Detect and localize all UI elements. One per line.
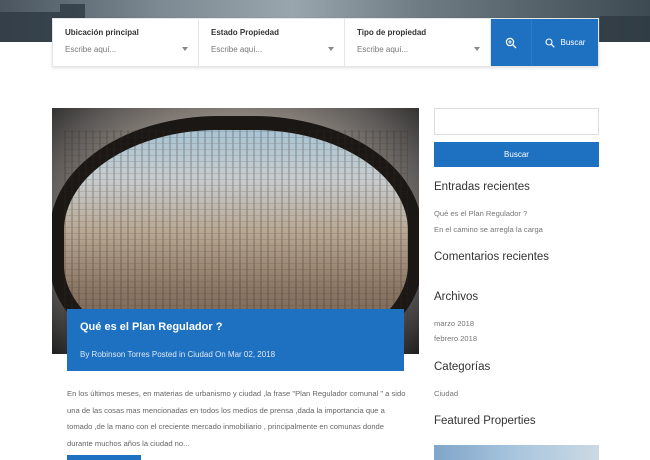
read-more-button[interactable] bbox=[67, 455, 141, 460]
advanced-search-button[interactable] bbox=[491, 19, 531, 66]
search-icon bbox=[544, 37, 555, 48]
recent-comments-title: Comentarios recientes bbox=[434, 251, 550, 263]
search-button[interactable]: Buscar bbox=[531, 19, 598, 66]
archive-link[interactable]: marzo 2018 bbox=[434, 319, 474, 328]
location-field[interactable]: Ubicación principal Escribe aquí... bbox=[53, 19, 199, 66]
search-button-label: Buscar bbox=[560, 38, 586, 47]
chevron-down-icon[interactable] bbox=[474, 47, 480, 51]
featured-property-image[interactable] bbox=[434, 445, 599, 460]
status-field[interactable]: Estado Propiedad Escribe aquí... bbox=[199, 19, 345, 66]
post-title[interactable]: Qué es el Plan Regulador ? bbox=[80, 321, 391, 333]
featured-properties-title: Featured Properties bbox=[434, 415, 536, 427]
post-title-card: Qué es el Plan Regulador ? By Robinson T… bbox=[67, 309, 404, 371]
archives-title: Archivos bbox=[434, 291, 479, 303]
chevron-down-icon[interactable] bbox=[328, 47, 334, 51]
post-excerpt: En los últimos meses, en materias de urb… bbox=[67, 389, 406, 448]
sidebar: Buscar Entradas recientes Qué es el Plan… bbox=[434, 108, 599, 427]
recent-post-link[interactable]: Qué es el Plan Regulador ? bbox=[434, 209, 527, 218]
type-label: Tipo de propiedad bbox=[357, 28, 427, 37]
chevron-down-icon[interactable] bbox=[182, 47, 188, 51]
location-input[interactable]: Escribe aquí... bbox=[65, 45, 186, 54]
sidebar-search-button[interactable]: Buscar bbox=[434, 142, 599, 167]
sidebar-search-input[interactable] bbox=[434, 108, 599, 135]
type-field[interactable]: Tipo de propiedad Escribe aquí... bbox=[345, 19, 491, 66]
zoom-plus-icon bbox=[505, 37, 517, 48]
status-input[interactable]: Escribe aquí... bbox=[211, 45, 332, 54]
status-label: Estado Propiedad bbox=[211, 28, 280, 37]
category-link[interactable]: Ciudad bbox=[434, 389, 458, 398]
archive-link[interactable]: febrero 2018 bbox=[434, 334, 477, 343]
location-label: Ubicación principal bbox=[65, 28, 139, 37]
recent-posts-title: Entradas recientes bbox=[434, 181, 530, 193]
post-meta: By Robinson Torres Posted in Ciudad On M… bbox=[80, 350, 276, 359]
categories-title: Categorías bbox=[434, 361, 491, 373]
property-search-panel: Ubicación principal Escribe aquí... Esta… bbox=[52, 18, 599, 67]
type-input[interactable]: Escribe aquí... bbox=[357, 45, 478, 54]
recent-post-link[interactable]: En el camino se arregla la carga bbox=[434, 225, 543, 234]
